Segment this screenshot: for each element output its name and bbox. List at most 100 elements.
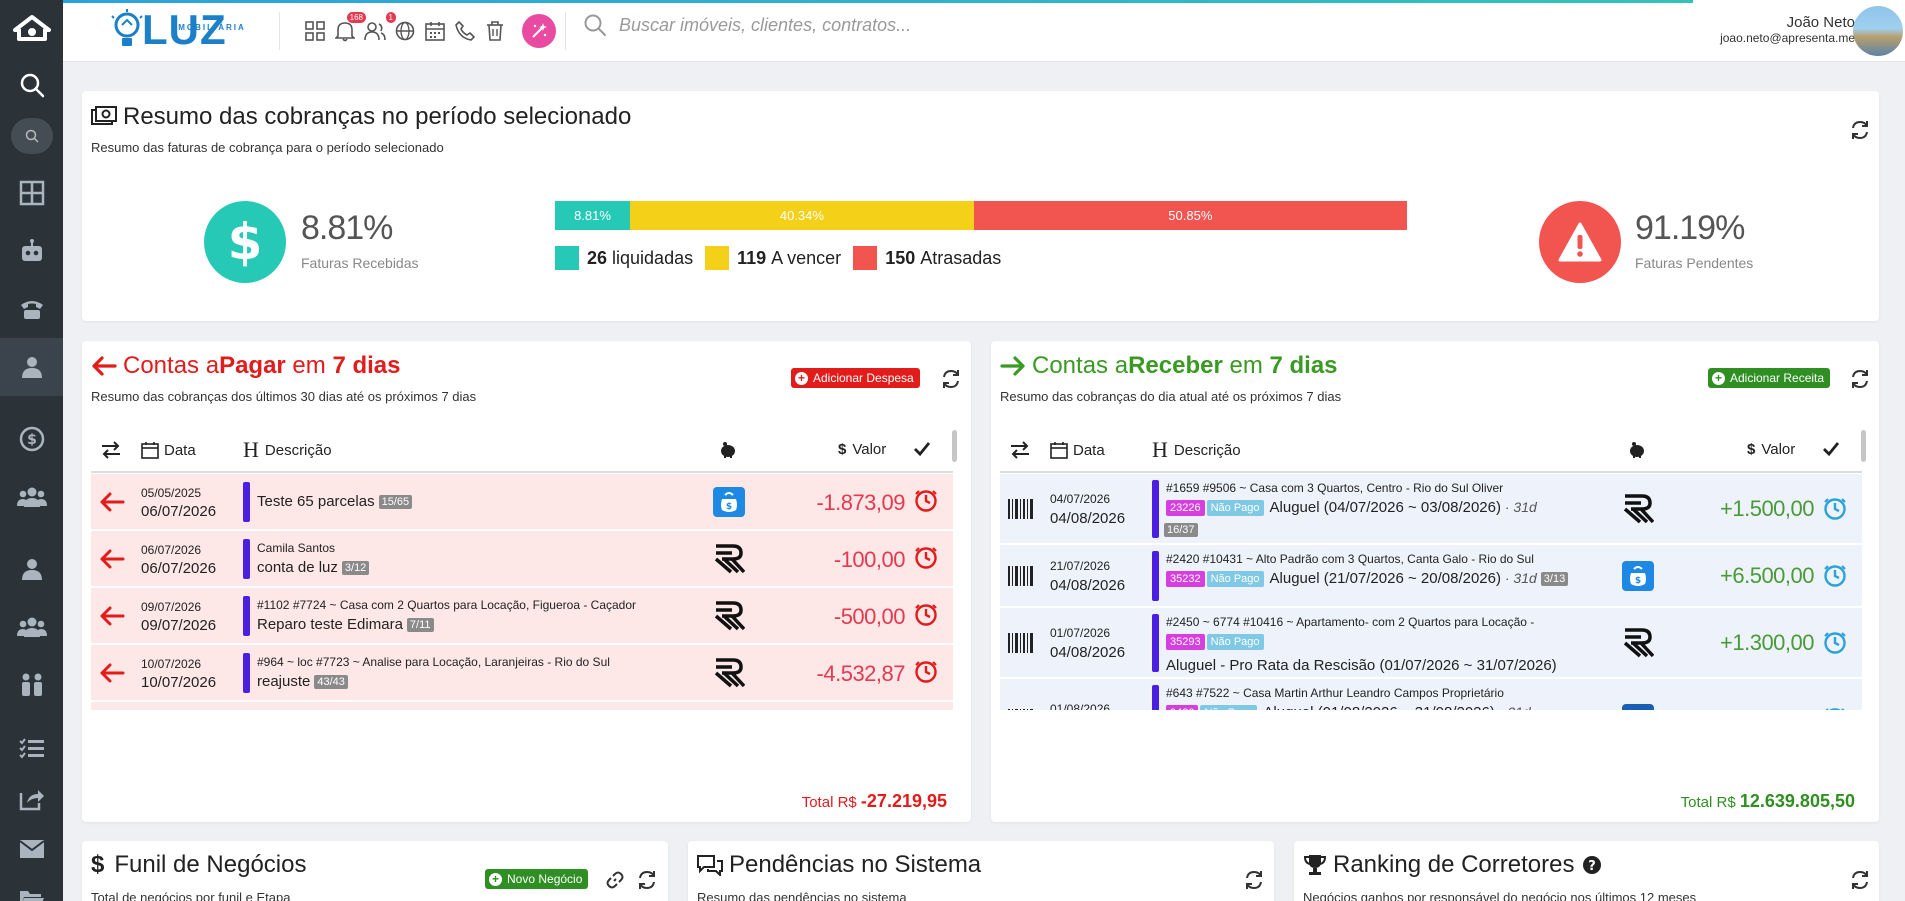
pendencias-refresh-icon[interactable] (1243, 869, 1265, 891)
check-icon[interactable] (1822, 441, 1840, 457)
column-description[interactable]: H Descrição (1152, 439, 1241, 461)
pending-clock-icon[interactable] (1823, 564, 1847, 588)
sidebar-finance-icon[interactable]: $ (0, 410, 63, 468)
pendencias-subtitle: Resumo das pendências no sistema (697, 890, 907, 901)
user-info[interactable]: João Neto joao.neto@apresenta.me (1720, 14, 1855, 45)
row-duration: · 31d (1495, 704, 1531, 710)
user-requests-icon[interactable]: 1 (360, 12, 396, 47)
sidebar-tasks-icon[interactable] (0, 724, 63, 774)
sidebar-phone-icon[interactable] (0, 280, 63, 338)
brand-logo[interactable]: LUZ IMOBILIÁRIA (108, 8, 244, 52)
receivable-title-in: em (1222, 352, 1270, 379)
sidebar-robot-icon[interactable] (0, 222, 63, 280)
sidebar-contacts-icon[interactable] (0, 338, 63, 396)
legend-swatch (555, 246, 579, 270)
receivable-subtitle: Resumo das cobranças do dia atual até os… (1000, 389, 1342, 404)
sidebar-search-field[interactable] (10, 118, 53, 154)
table-row[interactable]: 01/07/202610/07/2026Karine aa16/30Itaú-1… (91, 702, 953, 710)
invoice-status-bar: 8.81% 40.34% 50.85% (555, 201, 1407, 230)
table-row[interactable]: 06/07/2026 06/07/2026 Camila Santos conta d… (91, 531, 953, 587)
add-income-button[interactable]: + Adicionar Receita (1708, 368, 1831, 388)
check-icon[interactable] (913, 441, 931, 457)
row-issue-date: 09/07/2026 (141, 600, 202, 614)
row-description: 9430Não Pago Aluguel (01/08/2026 ~ 31/08/… (1166, 704, 1531, 710)
row-due-date: 06/07/2026 (141, 560, 217, 577)
funnel-refresh-icon[interactable] (636, 869, 658, 891)
payable-scrollbar[interactable] (952, 430, 957, 462)
trash-icon[interactable] (480, 15, 510, 47)
transfer-arrows-icon[interactable] (1010, 441, 1030, 459)
sidebar-mail-icon[interactable] (0, 824, 63, 874)
row-color-bar (243, 653, 250, 693)
link-icon[interactable] (606, 871, 624, 889)
table-row[interactable]: 09/07/2026 09/07/2026 #1102 #7724 ~ Casa c… (91, 588, 953, 644)
barcode-icon[interactable] (1007, 632, 1035, 654)
row-description-text: Aluguel (04/07/2026 ~ 03/08/2026) (1269, 499, 1501, 516)
column-description[interactable]: H Descrição (243, 439, 332, 461)
funnel-title-text: Funil de Negócios (114, 851, 307, 878)
sidebar-folder-icon[interactable] (0, 874, 63, 901)
avatar[interactable] (1853, 6, 1903, 56)
home-logo-icon[interactable] (0, 0, 63, 56)
sidebar-people-icon[interactable] (0, 656, 63, 714)
transfer-arrows-icon[interactable] (101, 441, 121, 459)
column-date[interactable]: Data (1050, 441, 1105, 459)
barcode-icon[interactable] (1007, 498, 1035, 520)
row-color-bar (1152, 685, 1159, 710)
barcode-icon[interactable] (1007, 565, 1035, 587)
row-issue-date: 01/08/2026 (1050, 702, 1111, 710)
row-value: -500,00 (833, 604, 906, 629)
pending-clock-icon[interactable] (1823, 707, 1847, 710)
contract-code-badge: 35293 (1166, 634, 1205, 651)
table-row[interactable]: 21/07/2026 04/08/2026 #2420 #10431 ~ Alto … (1000, 545, 1862, 607)
sidebar-share-icon[interactable] (0, 774, 63, 824)
sidebar-user-icon[interactable] (0, 540, 63, 598)
pending-clock-icon[interactable] (914, 603, 938, 627)
column-value[interactable]: $ Valor (1747, 441, 1795, 458)
row-meta: #1102 #7724 ~ Casa com 2 Quartos para Lo… (257, 598, 637, 612)
notifications-bell-icon[interactable]: 168 (330, 12, 366, 47)
installment-pill: 3/13 (1540, 572, 1569, 587)
help-icon[interactable]: ? (1582, 855, 1602, 875)
table-row[interactable]: 04/07/2026 04/08/2026 #1659 #9506 ~ Casa c… (1000, 474, 1862, 544)
legend-item: 26 liquidadas (555, 246, 693, 270)
pending-clock-icon[interactable] (914, 660, 938, 684)
payable-title-in: em (285, 352, 333, 379)
pending-clock-icon[interactable] (1823, 631, 1847, 655)
table-row[interactable]: 10/07/2026 10/07/2026 #964 ~ loc #7723 ~ A… (91, 645, 953, 701)
payable-refresh-icon[interactable] (940, 368, 962, 390)
pending-label: Faturas Pendentes (1635, 255, 1754, 271)
contract-code-badge: 23226 (1166, 500, 1205, 517)
row-value: +6.500,00 (1720, 563, 1814, 588)
new-deal-button[interactable]: + Novo Negócio (485, 869, 589, 889)
ranking-refresh-icon[interactable] (1849, 869, 1871, 891)
pending-clock-icon[interactable] (1823, 497, 1847, 521)
pending-clock-icon[interactable] (914, 546, 938, 570)
sidebar: $ (0, 0, 63, 901)
calendar-icon[interactable] (420, 15, 450, 47)
receivable-scrollbar[interactable] (1861, 430, 1866, 462)
pending-clock-icon[interactable] (914, 489, 938, 513)
global-search-input[interactable] (619, 14, 1119, 36)
table-row[interactable]: 01/08/202605/08/2026#643 #7522 ~ Casa Ma… (1000, 679, 1862, 710)
magic-wand-button[interactable] (522, 14, 556, 48)
receivable-refresh-icon[interactable] (1849, 368, 1871, 390)
sidebar-users-icon[interactable] (0, 598, 63, 656)
phone-icon[interactable] (450, 15, 480, 47)
column-value[interactable]: $ Valor (838, 441, 886, 458)
table-row[interactable]: 01/07/2026 04/08/2026 #2450 ~ 6774 #10416 … (1000, 608, 1862, 678)
apps-grid-icon[interactable] (300, 15, 330, 47)
column-date[interactable]: Data (141, 441, 196, 459)
sidebar-search-icon[interactable] (0, 56, 63, 114)
column-date-label: Data (164, 441, 196, 459)
add-expense-button[interactable]: + Adicionar Despesa (791, 368, 920, 388)
barcode-icon[interactable] (1007, 708, 1035, 710)
legend-label: Atrasadas (920, 247, 1002, 268)
payable-total: Total R$ -27.219,95 (802, 791, 947, 812)
installment-pill: 16/37 (1164, 523, 1198, 538)
summary-refresh-icon[interactable] (1849, 119, 1871, 141)
sidebar-dashboard-icon[interactable] (0, 164, 63, 222)
table-row[interactable]: 05/05/2025 06/07/2026 Teste 65 parcelas 15/… (91, 474, 953, 530)
globe-icon[interactable] (390, 15, 420, 47)
sidebar-team-icon[interactable] (0, 468, 63, 526)
